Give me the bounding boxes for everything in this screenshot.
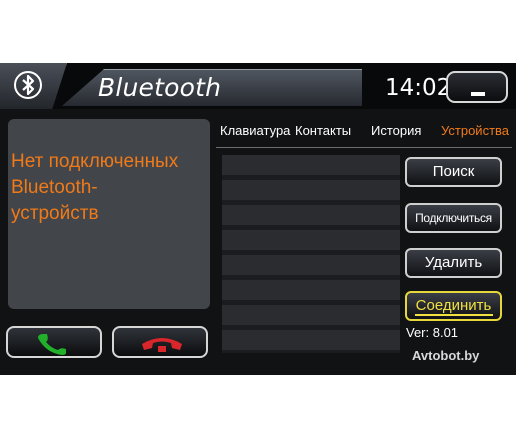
phone-reject-icon	[142, 338, 182, 352]
status-line: устройств	[11, 203, 99, 224]
list-item[interactable]	[222, 180, 400, 200]
status-line: Bluetooth-	[11, 177, 98, 198]
header-bar: Bluetooth 14:02	[0, 63, 516, 109]
delete-button[interactable]: Удалить	[405, 248, 502, 278]
connect-button[interactable]: Подключиться	[405, 203, 502, 233]
list-item[interactable]	[222, 155, 400, 175]
list-item[interactable]	[222, 305, 400, 325]
reject-call-button[interactable]	[112, 326, 208, 358]
list-item[interactable]	[222, 280, 400, 300]
connection-status-text: Нет подключенных Bluetooth- устройств	[11, 149, 211, 227]
watermark: Avtobot.by	[412, 348, 480, 363]
bluetooth-icon	[14, 71, 42, 99]
list-item[interactable]	[222, 255, 400, 275]
pair-button[interactable]: Соединить	[405, 291, 502, 321]
tab-history[interactable]: История	[371, 123, 421, 138]
page-title: Bluetooth	[98, 73, 222, 102]
device-list[interactable]	[222, 155, 400, 353]
phone-accept-icon	[38, 334, 66, 355]
list-item[interactable]	[222, 330, 400, 350]
list-item[interactable]	[222, 230, 400, 250]
minimize-icon	[471, 92, 485, 96]
minimize-button[interactable]	[446, 71, 508, 103]
accept-call-button[interactable]	[6, 326, 102, 358]
tab-keyboard[interactable]: Клавиатура	[220, 123, 290, 138]
version-label: Ver: 8.01	[406, 325, 459, 340]
status-line: Нет подключенных	[11, 151, 179, 172]
clock: 14:02	[385, 75, 452, 101]
bluetooth-badge[interactable]	[0, 63, 67, 109]
list-item[interactable]	[222, 205, 400, 225]
pair-button-label: Соединить	[415, 297, 492, 314]
tab-contacts[interactable]: Контакты	[295, 123, 351, 138]
connection-status-panel: Нет подключенных Bluetooth- устройств	[8, 119, 210, 309]
tab-devices[interactable]: Устройства	[441, 123, 509, 138]
search-button[interactable]: Поиск	[405, 157, 502, 187]
pair-underline	[415, 314, 493, 316]
tab-divider	[216, 147, 512, 148]
tab-bar: Клавиатура Контакты История Устройства	[216, 123, 512, 145]
bluetooth-screen: Bluetooth 14:02 Нет подключенных Bluetoo…	[0, 63, 516, 375]
